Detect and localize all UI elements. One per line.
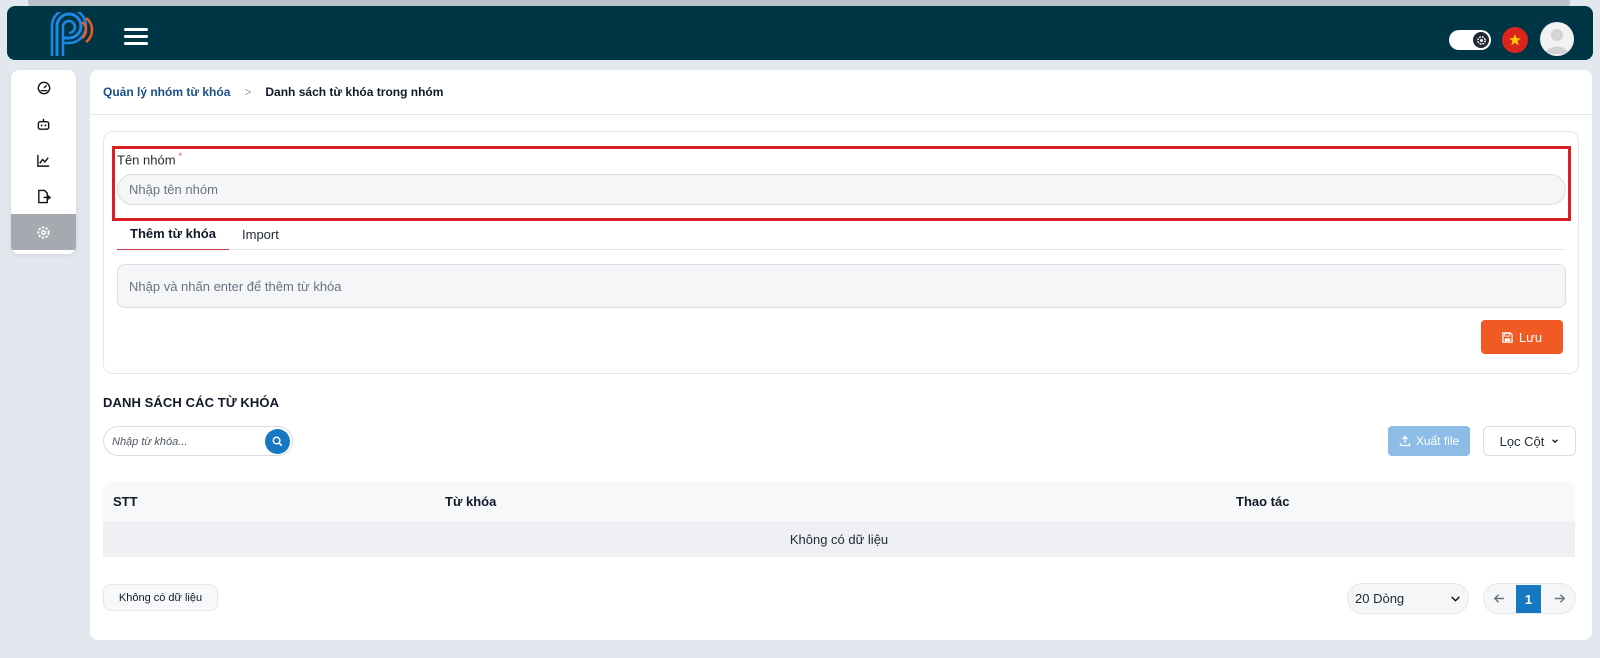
keyword-list-title: DANH SÁCH CÁC TỪ KHÓA [103,395,280,410]
table-header: STT Từ khóa Thao tác [103,482,1575,521]
upload-icon [1399,435,1410,447]
column-filter-label: Lọc Cột [1499,433,1545,449]
tab-import[interactable]: Import [242,218,279,250]
settings-icon [37,225,50,239]
top-bar [7,6,1593,60]
dashboard-icon [37,81,50,95]
gear-icon [1473,32,1489,48]
sidebar-item-bot[interactable] [11,106,76,142]
p-signal-logo-icon[interactable] [49,7,95,60]
sidebar-item-settings[interactable] [11,214,76,250]
page-size-label: 20 Dòng [1355,591,1405,606]
line-chart-icon [37,154,50,167]
arrow-right-icon[interactable] [1552,591,1567,606]
keyword-tabs: Thêm từ khóa Import [117,218,1566,250]
record-count-label: Không có dữ liệu [103,584,218,611]
hamburger-menu-icon[interactable] [124,28,148,46]
column-header-stt[interactable]: STT [113,494,138,509]
sidebar-item-analytics[interactable] [11,142,76,178]
chevron-down-icon [1552,439,1559,444]
theme-toggle[interactable] [1449,30,1491,50]
search-icon [272,436,283,447]
pagination: 1 [1483,583,1576,614]
table-empty-row: Không có dữ liệu [103,521,1575,557]
page-size-select[interactable]: 20 Dòng [1347,583,1469,614]
breadcrumb: Quản lý nhóm từ khóa > Danh sách từ khóa… [103,85,443,99]
search-button[interactable] [265,429,290,454]
export-file-label: Xuất file [1415,434,1460,448]
page-button-current[interactable]: 1 [1516,585,1541,613]
vietnam-flag-icon[interactable] [1502,27,1528,53]
breadcrumb-parent-link[interactable]: Quản lý nhóm từ khóa [103,85,230,99]
save-button-label: Lưu [1518,329,1543,345]
robot-icon [37,118,50,130]
column-header-actions: Thao tác [1236,494,1290,509]
group-name-input[interactable] [117,174,1566,205]
required-mark: * [178,151,183,161]
column-header-keyword[interactable]: Từ khóa [445,494,496,509]
floppy-disk-icon [1502,331,1513,343]
breadcrumb-separator: > [244,85,252,99]
breadcrumb-divider [90,114,1592,115]
sidebar [11,70,76,254]
keyword-search [103,426,293,456]
export-file-button[interactable]: Xuất file [1388,426,1470,456]
main-content: Quản lý nhóm từ khóa > Danh sách từ khóa… [90,70,1592,640]
keyword-input[interactable] [117,264,1566,308]
chevron-down-icon [1451,596,1460,602]
sidebar-item-dashboard[interactable] [11,70,76,106]
keyword-table: STT Từ khóa Thao tác Không có dữ liệu [103,482,1575,558]
column-filter-dropdown[interactable]: Lọc Cột [1483,426,1576,456]
sidebar-item-export[interactable] [11,178,76,214]
breadcrumb-current: Danh sách từ khóa trong nhóm [265,85,444,99]
keyword-search-input[interactable] [112,433,262,451]
group-name-label: Tên nhóm * [117,151,183,168]
file-export-icon [38,189,51,203]
arrow-left-icon[interactable] [1492,591,1507,606]
user-avatar-icon[interactable] [1540,22,1574,56]
tab-add-keyword[interactable]: Thêm từ khóa [117,218,229,250]
save-button[interactable]: Lưu [1481,320,1563,354]
